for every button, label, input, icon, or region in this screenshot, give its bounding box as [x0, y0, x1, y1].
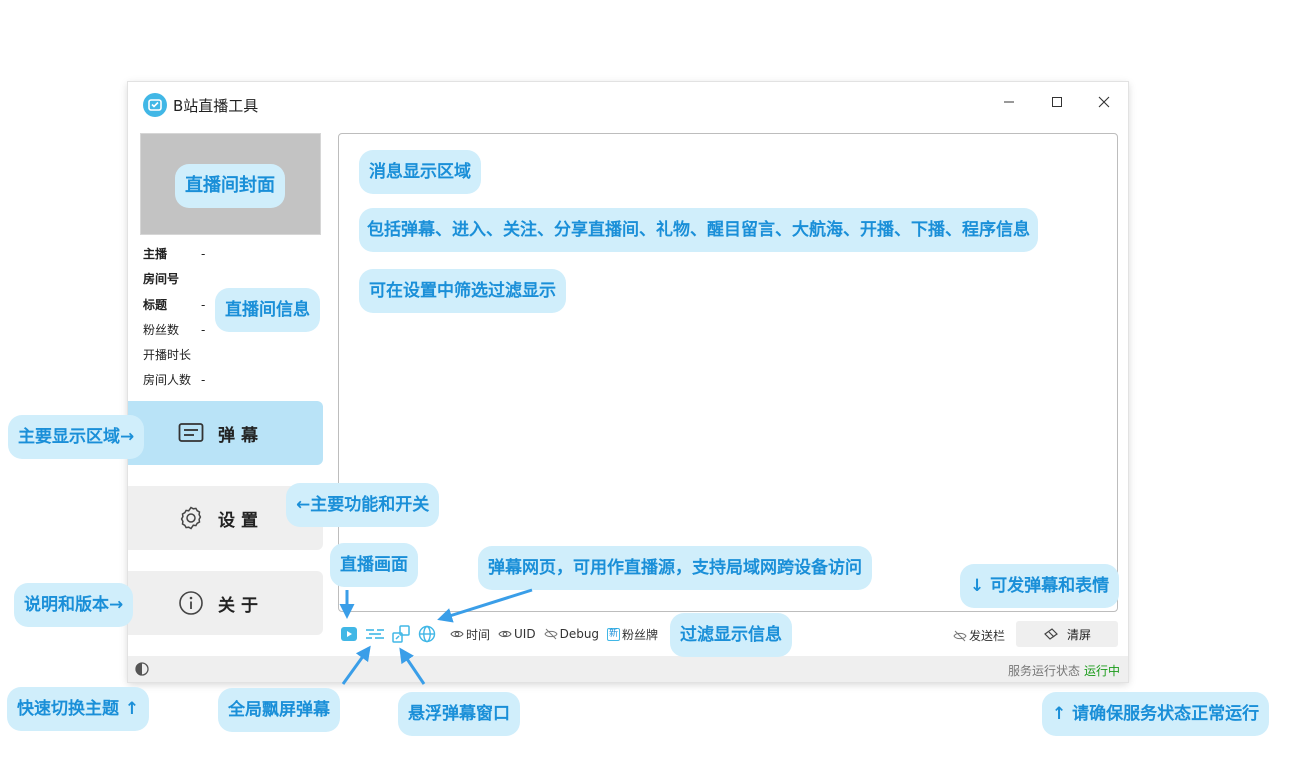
callout-filter-setting: 可在设置中筛选过滤显示	[359, 269, 566, 313]
filter-time-toggle[interactable]: 时间	[450, 626, 490, 643]
callout-main-area: 主要显示区域→	[8, 415, 145, 459]
close-icon	[1098, 96, 1110, 108]
info-key: 主播	[143, 247, 168, 261]
filter-debug-toggle[interactable]: Debug	[544, 627, 599, 641]
nav-danmaku[interactable]: 弹幕	[128, 401, 323, 465]
float-window-icon	[392, 625, 410, 643]
maximize-button[interactable]	[1042, 90, 1072, 114]
filter-fans-badge-toggle[interactable]: 新 粉丝牌	[607, 626, 658, 643]
float-window-button[interactable]	[390, 623, 412, 645]
nav-about[interactable]: 关于	[128, 571, 323, 635]
service-status-value: 运行中	[1083, 664, 1120, 678]
minimize-button[interactable]	[994, 90, 1024, 114]
callout-cover: 直播间封面	[175, 164, 285, 208]
info-row-title: 标题 -	[143, 296, 205, 313]
info-icon	[179, 591, 203, 615]
nav-settings-label: 设置	[218, 510, 264, 531]
callout-web-page: 弹幕网页，可用作直播源，支持局域网跨设备访问	[478, 546, 872, 590]
info-value: -	[201, 373, 206, 387]
theme-toggle-icon[interactable]	[135, 662, 149, 676]
filter-debug-label: Debug	[559, 627, 600, 641]
live-view-button[interactable]	[338, 623, 360, 645]
info-row-viewers: 房间人数 -	[143, 371, 205, 388]
info-value: -	[201, 247, 206, 261]
info-key: 房间人数	[143, 373, 192, 387]
eye-off-icon	[953, 630, 967, 641]
danmaku-icon	[178, 423, 204, 442]
info-key: 开播时长	[143, 348, 192, 362]
callout-send: ↓ 可发弹幕和表情	[960, 564, 1120, 608]
callout-theme: 快速切换主题 ↑	[7, 687, 150, 731]
callout-main-functions: ←主要功能和开关	[286, 483, 440, 527]
filter-uid-toggle[interactable]: UID	[498, 627, 536, 641]
info-key: 粉丝数	[143, 323, 180, 337]
info-row-streamer: 主播 -	[143, 245, 205, 262]
info-value: -	[201, 323, 206, 337]
callout-msg-types: 包括弹幕、进入、关注、分享直播间、礼物、醒目留言、大航海、开播、下播、程序信息	[359, 208, 1038, 252]
info-row-room-id: 房间号	[143, 270, 201, 287]
service-status-label: 服务运行状态	[1007, 664, 1080, 678]
callout-service-status: ↑ 请确保服务状态正常运行	[1042, 692, 1270, 736]
web-page-button[interactable]	[416, 623, 438, 645]
callout-room-info: 直播间信息	[215, 288, 320, 332]
play-icon	[341, 627, 357, 641]
callout-global-danmaku: 全局飘屏弹幕	[218, 688, 340, 732]
app-logo-icon	[143, 93, 167, 117]
info-row-fans: 粉丝数 -	[143, 321, 205, 338]
callout-filter-info: 过滤显示信息	[670, 613, 792, 657]
filter-fans-badge-label: 粉丝牌	[622, 627, 659, 642]
info-value: -	[201, 298, 206, 312]
info-key: 房间号	[143, 272, 180, 286]
eye-icon	[450, 630, 464, 638]
broom-icon	[1044, 628, 1058, 640]
minimize-icon	[1004, 101, 1014, 103]
send-bar-toggle[interactable]: 发送栏	[953, 627, 1005, 644]
callout-msg-area: 消息显示区域	[359, 150, 481, 194]
nav-about-label: 关于	[218, 595, 264, 616]
window-title: B站直播工具	[173, 97, 259, 115]
close-button[interactable]	[1089, 90, 1119, 114]
title-bar: B站直播工具	[128, 82, 1128, 126]
globe-icon	[418, 625, 436, 643]
callout-live-view: 直播画面	[330, 543, 418, 587]
fans-badge-icon: 新	[607, 627, 621, 641]
filter-time-label: 时间	[466, 627, 491, 642]
maximize-icon	[1052, 97, 1062, 107]
stage: B站直播工具 主播 - 房间号 标题 - 粉丝数 - 开播时长 房间人数 - 弹幕 设置	[0, 0, 1294, 767]
message-display-area[interactable]	[338, 133, 1118, 612]
eye-icon	[498, 630, 512, 638]
clear-screen-label: 清屏	[1066, 627, 1091, 642]
global-danmaku-button[interactable]	[364, 623, 386, 645]
filter-uid-label: UID	[514, 627, 536, 641]
danmaku-lines-icon	[366, 629, 384, 639]
callout-about: 说明和版本→	[14, 583, 134, 627]
service-status: 服务运行状态 运行中	[1008, 662, 1120, 679]
eye-off-icon	[544, 628, 558, 640]
send-bar-label: 发送栏	[969, 629, 1006, 643]
callout-float-window: 悬浮弹幕窗口	[398, 692, 520, 736]
status-bar: 服务运行状态 运行中	[128, 656, 1128, 682]
clear-screen-button[interactable]: 清屏	[1016, 621, 1118, 647]
info-key: 标题	[143, 298, 168, 312]
nav-danmaku-label: 弹幕	[218, 425, 264, 446]
info-row-duration: 开播时长	[143, 346, 201, 363]
gear-icon	[180, 506, 202, 530]
